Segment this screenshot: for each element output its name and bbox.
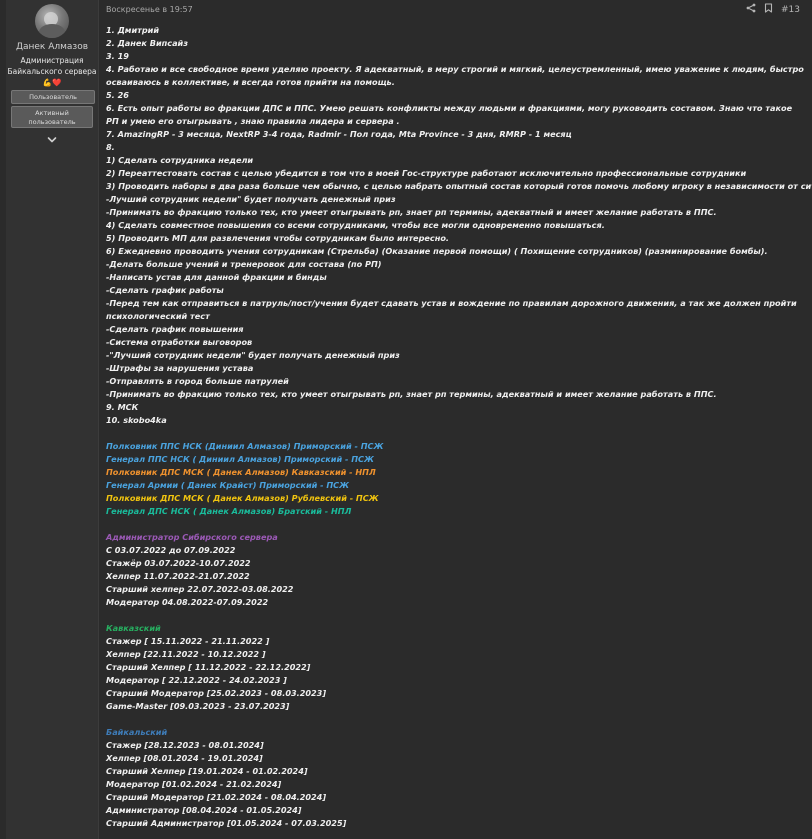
user-badge-active-user: Активный пользователь bbox=[11, 106, 93, 128]
section-heading: Кавказский bbox=[106, 623, 161, 633]
role-line: Генерал Армии ( Данек Крайст) Приморский… bbox=[106, 480, 350, 490]
history-line: Хелпер [08.01.2024 - 19.01.2024] bbox=[106, 753, 263, 763]
answer-line: 1. Дмитрий bbox=[106, 25, 160, 35]
role-line: Полковник ППС НСК (Диниил Алмазов) Примо… bbox=[106, 441, 384, 451]
plan-line: -Сделать график повышения bbox=[106, 324, 244, 334]
user-badge-user: Пользователь bbox=[11, 90, 95, 104]
plan-line: -Система отработки выговоров bbox=[106, 337, 253, 347]
plan-line: -Штрафы за нарушения устава bbox=[106, 363, 254, 373]
post-date-link[interactable]: Воскресенье в 19:57 bbox=[106, 5, 193, 14]
history-line: С 03.07.2022 до 07.09.2022 bbox=[106, 545, 236, 555]
share-icon[interactable] bbox=[746, 3, 756, 17]
forum-post: Данек Алмазов Администрация Байкальского… bbox=[0, 0, 812, 839]
plan-line: 2) Переаттестовать состав с целью убедит… bbox=[106, 168, 747, 178]
history-line: Стажер [ 15.11.2022 - 21.11.2022 ] bbox=[106, 636, 270, 646]
role-line: Генерал ППС НСК ( Диниил Алмазов) Примор… bbox=[106, 454, 374, 464]
post-actions: #13 bbox=[746, 3, 800, 17]
plan-line: -Делать больше учений и тренеровок для с… bbox=[106, 259, 382, 269]
plan-line: 4) Сделать совместное повышения со всеми… bbox=[106, 220, 605, 230]
plan-line: 6) Ежедневно проводить учения сотрудника… bbox=[106, 246, 768, 256]
role-line: Генерал ДПС НСК ( Данек Алмазов) Братски… bbox=[106, 506, 352, 516]
history-line: Старший хелпер 22.07.2022-03.08.2022 bbox=[106, 584, 294, 594]
chevron-down-icon[interactable] bbox=[46, 134, 58, 146]
plan-line: -Лучший сотрудник недели" будет получать… bbox=[106, 194, 396, 204]
plan-line: -Принимать во фракцию только тех, кто ум… bbox=[106, 207, 717, 217]
author-panel: Данек Алмазов Администрация Байкальского… bbox=[6, 0, 99, 839]
plan-line: -Перед тем как отправиться в патруль/пос… bbox=[106, 298, 797, 321]
post-body: 1. Дмитрий 2. Данек Випсайз 3. 19 4. Раб… bbox=[106, 24, 812, 830]
plan-line: -Написать устав для данной фракции и бин… bbox=[106, 272, 327, 282]
history-line: Администратор [08.04.2024 - 01.05.2024] bbox=[106, 805, 302, 815]
plan-line: -Принимать во фракцию только тех, кто ум… bbox=[106, 389, 717, 399]
avatar-body bbox=[39, 24, 65, 38]
history-line: Модератор 04.08.2022-07.09.2022 bbox=[106, 597, 269, 607]
section-heading: Байкальский bbox=[106, 727, 168, 737]
answer-line: 9. МСК bbox=[106, 402, 139, 412]
section-heading: Администратор Сибирского сервера bbox=[106, 532, 278, 542]
plan-line: -Отправлять в город больше патрулей bbox=[106, 376, 289, 386]
history-line: Хелпер [22.11.2022 - 10.12.2022 ] bbox=[106, 649, 266, 659]
answer-line: 6. Есть опыт работы во фракции ДПС и ППС… bbox=[106, 103, 793, 126]
answer-line: 10. skobo4ka bbox=[106, 415, 167, 425]
answer-line: 2. Данек Випсайз bbox=[106, 38, 188, 48]
answer-line: 7. AmazingRP - 3 месяца, NextRP 3-4 года… bbox=[106, 129, 572, 139]
history-line: Стажёр 03.07.2022-10.07.2022 bbox=[106, 558, 251, 568]
post-header: Воскресенье в 19:57 #13 bbox=[106, 0, 806, 20]
plan-line: -"Лучший сотрудник недели" будет получат… bbox=[106, 350, 400, 360]
history-line: Game-Master [09.03.2023 - 23.07.2023] bbox=[106, 701, 290, 711]
share-icon-svg bbox=[746, 3, 756, 13]
answer-line: 3. 19 bbox=[106, 51, 129, 61]
history-line: Старший Хелпер [ 11.12.2022 - 22.12.2022… bbox=[106, 662, 311, 672]
history-line: Старший Модератор [25.02.2023 - 08.03.20… bbox=[106, 688, 327, 698]
bookmark-icon-svg bbox=[764, 3, 773, 13]
history-line: Старший Модератор [21.02.2024 - 08.04.20… bbox=[106, 792, 327, 802]
plan-line: 1) Сделать сотрудника недели bbox=[106, 155, 254, 165]
avatar[interactable] bbox=[35, 4, 69, 38]
plan-line: 3) Проводить наборы в два раза больше че… bbox=[106, 181, 812, 191]
username-link[interactable]: Данек Алмазов bbox=[6, 42, 98, 52]
answer-line: 4. Работаю и все свободное время уделяю … bbox=[106, 64, 804, 87]
history-line: Модератор [01.02.2024 - 21.02.2024] bbox=[106, 779, 282, 789]
plan-line: 5) Проводить МП для развлечения чтобы со… bbox=[106, 233, 449, 243]
chevron-down-icon-svg bbox=[47, 137, 57, 143]
post-number-link[interactable]: #13 bbox=[781, 4, 800, 16]
history-line: Старший Хелпер [19.01.2024 - 01.02.2024] bbox=[106, 766, 308, 776]
plan-line: -Сделать график работы bbox=[106, 285, 224, 295]
history-line: Старший Администратор [01.05.2024 - 07.0… bbox=[106, 818, 347, 828]
history-line: Стажер [28.12.2023 - 08.01.2024] bbox=[106, 740, 264, 750]
answer-line: 8. bbox=[106, 142, 115, 152]
history-line: Модератор [ 22.12.2022 - 24.02.2023 ] bbox=[106, 675, 287, 685]
role-line: Полковник ДПС МСК ( Данек Алмазов) Кавка… bbox=[106, 467, 376, 477]
answer-line: 5. 26 bbox=[106, 90, 129, 100]
user-title: Администрация Байкальского сервера💪❤️ bbox=[7, 56, 97, 87]
role-line: Полковник ДПС МСК ( Данек Алмазов) Рубле… bbox=[106, 493, 379, 503]
history-line: Хелпер 11.07.2022-21.07.2022 bbox=[106, 571, 250, 581]
bookmark-icon[interactable] bbox=[764, 3, 773, 17]
